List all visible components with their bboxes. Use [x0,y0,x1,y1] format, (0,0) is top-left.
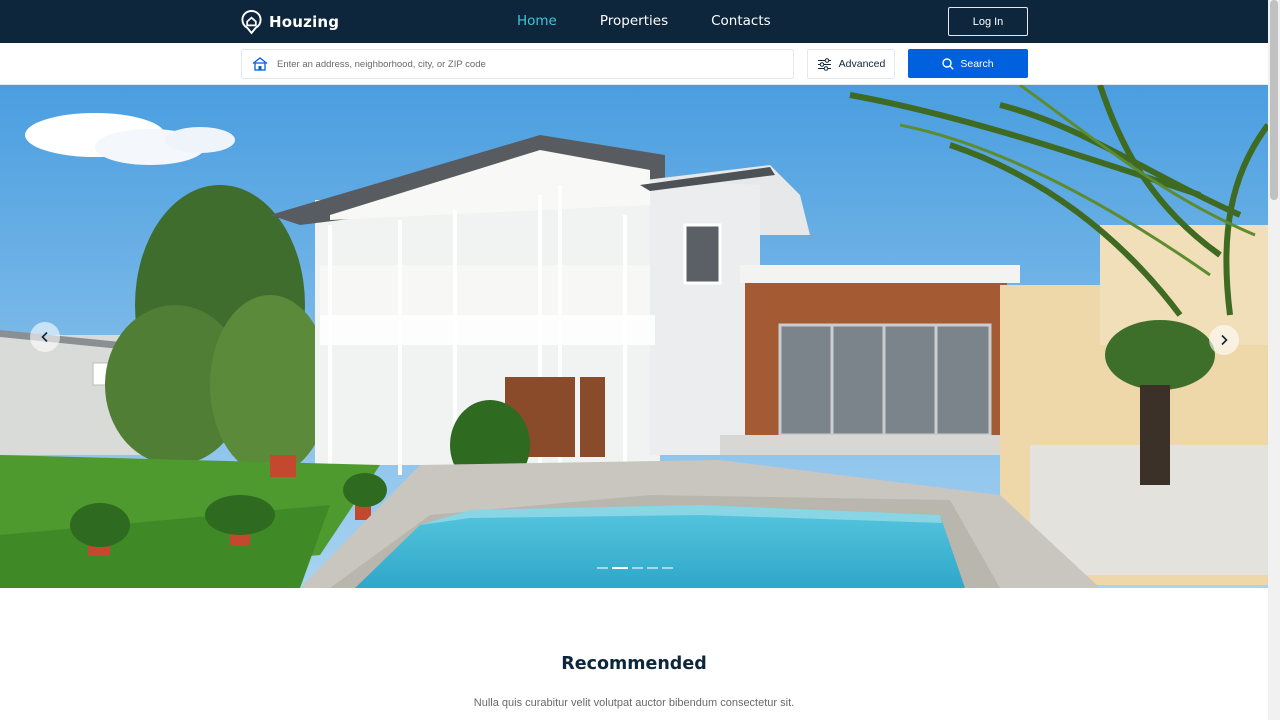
nav-link-contacts[interactable]: Contacts [711,12,771,30]
carousel-dot[interactable] [647,567,658,569]
hero-image [0,85,1268,588]
carousel-dot-active[interactable] [612,567,628,569]
section-title: Recommended [561,654,707,674]
search-label: Search [960,57,994,70]
chevron-right-icon [1221,334,1228,346]
page-scrollbar[interactable] [1268,0,1280,720]
search-field[interactable] [241,49,794,79]
brand-logo[interactable]: Houzing [240,9,339,35]
scrollbar-thumb[interactable] [1270,0,1278,200]
search-input[interactable] [277,58,777,70]
brand-name: Houzing [269,13,340,31]
carousel-dot[interactable] [597,567,608,569]
advanced-label: Advanced [838,58,886,70]
chevron-left-icon [41,331,48,343]
nav-link-home[interactable]: Home [517,12,557,30]
search-bar: Advanced Search [0,43,1268,85]
search-icon [942,57,955,70]
hero-carousel [0,85,1268,588]
map-pin-house-icon [241,10,262,35]
search-button[interactable]: Search [908,49,1028,78]
carousel-prev-button[interactable] [30,322,60,352]
carousel-dot[interactable] [632,567,643,569]
carousel-dot[interactable] [662,567,673,569]
house-icon [252,57,268,71]
nav-link-properties[interactable]: Properties [600,12,668,30]
carousel-next-button[interactable] [1209,325,1239,355]
sliders-icon [817,57,831,71]
login-button[interactable]: Log In [948,7,1028,36]
main-nav: Home Properties Contacts [517,12,771,30]
section-subtitle: Nulla quis curabitur velit volutpat auct… [473,697,795,709]
advanced-button[interactable]: Advanced [807,49,895,79]
top-navbar: Houzing Home Properties Contacts Log In [0,0,1268,43]
carousel-indicators [597,567,673,569]
